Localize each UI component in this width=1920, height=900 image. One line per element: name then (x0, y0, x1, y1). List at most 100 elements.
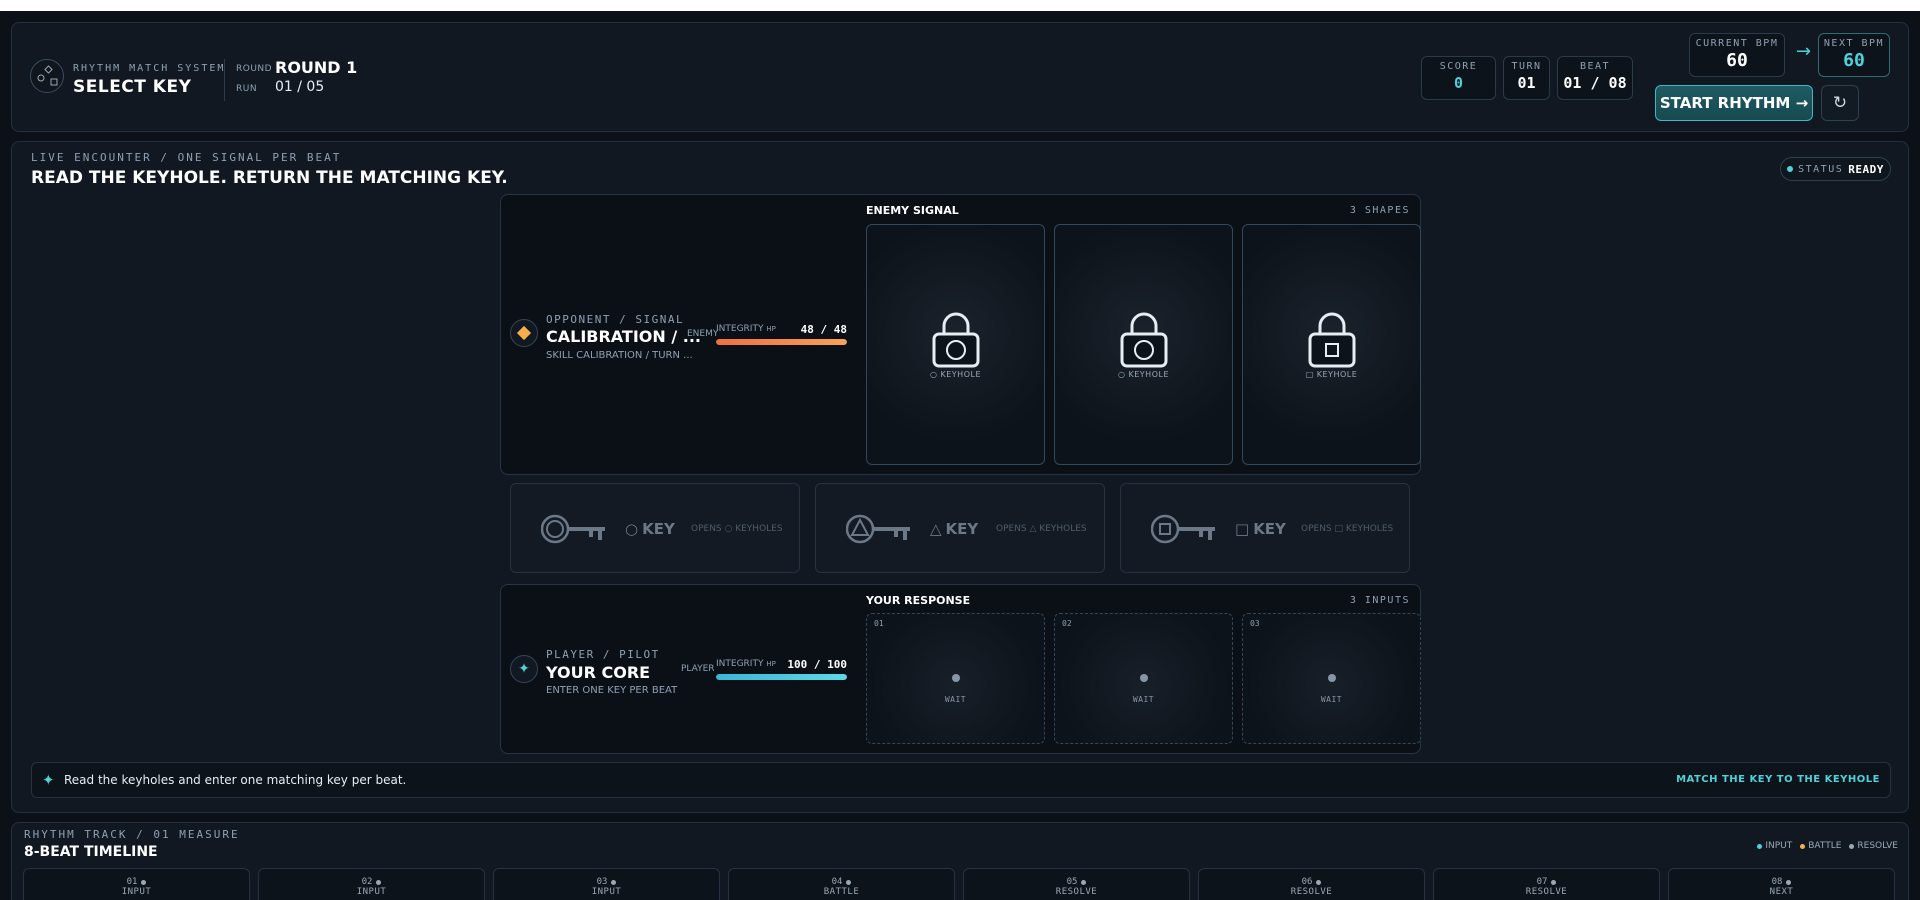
beat-cell: 07 RESOLVE (1433, 868, 1660, 900)
beat-dot-icon (846, 879, 852, 885)
beat-box: BEAT 01 / 08 (1557, 56, 1633, 100)
response-slot[interactable]: 03 WAIT (1242, 613, 1421, 744)
enemy-eyebrow: OPPONENT / SIGNAL (546, 313, 685, 326)
player-hp-label-text: INTEGRITY (716, 659, 764, 669)
player-side-label: PLAYER (681, 664, 715, 674)
legend-input-label: INPUT (1765, 841, 1793, 851)
beat-phase: INPUT (356, 887, 387, 897)
beat-number-row: 03 (597, 877, 617, 887)
beat-phase: NEXT (1769, 887, 1794, 897)
enemy-hp-unit: HP (766, 325, 776, 333)
beat-phase: BATTLE (823, 887, 860, 897)
round-value: ROUND 1 (275, 58, 358, 77)
encounter-title: READ THE KEYHOLE. RETURN THE MATCHING KE… (31, 168, 508, 188)
next-bpm-box: NEXT BPM 60 (1818, 33, 1890, 77)
key-square-text: KEY (1253, 520, 1286, 538)
key-circle-text: KEY (642, 520, 675, 538)
enemy-hp-value: 48 / 48 (800, 323, 847, 336)
diamond-icon (510, 319, 538, 347)
enemy-hp-label: INTEGRITY HP (716, 324, 776, 334)
enemy-name: CALIBRATION / ... (546, 327, 702, 346)
player-panel: ✦ PLAYER / PILOT YOUR CORE ENTER ONE KEY… (500, 584, 1421, 754)
status-label: STATUS (1798, 163, 1844, 175)
beat-phase: RESOLVE (1055, 887, 1098, 897)
bpm-arrow-icon: → (1796, 41, 1812, 62)
start-rhythm-button[interactable]: START RHYTHM → (1655, 85, 1813, 121)
current-bpm-box: CURRENT BPM 60 (1689, 33, 1785, 77)
enemy-signal-title: ENEMY SIGNAL (866, 204, 959, 217)
round-label: ROUND (236, 64, 273, 74)
turn-box: TURN 01 (1503, 56, 1550, 100)
dice-logo-icon (30, 59, 64, 93)
beat-number: 02 (361, 877, 373, 887)
legend-resolve-label: RESOLVE (1857, 841, 1898, 851)
response-slot[interactable]: 02 WAIT (1054, 613, 1233, 744)
score-box: SCORE 0 (1421, 56, 1496, 100)
enemy-hp-label-text: INTEGRITY (716, 324, 764, 334)
key-triangle-hint: OPENS △ KEYHOLES (996, 524, 1087, 534)
rhythm-track-panel: RHYTHM TRACK / 01 MEASURE 8-BEAT TIMELIN… (11, 822, 1909, 900)
status-badge: STATUS READY (1780, 157, 1891, 181)
your-response-count: 3 INPUTS (1349, 595, 1410, 606)
key-triangle-text: KEY (945, 520, 979, 538)
beat-cell: 08 NEXT (1668, 868, 1895, 900)
beat-label: BEAT (1579, 61, 1611, 72)
beat-dot-icon (1551, 879, 1557, 885)
enemy-panel: OPPONENT / SIGNAL CALIBRATION / ... SKIL… (500, 194, 1421, 475)
beat-dot-icon (1316, 879, 1322, 885)
beat-cell: 06 RESOLVE (1198, 868, 1425, 900)
next-bpm-label: NEXT BPM (1823, 38, 1885, 49)
response-dot-icon (1328, 674, 1336, 682)
keyhole-card: ○ KEYHOLE (1054, 224, 1233, 465)
beat-number-row: 06 (1302, 877, 1322, 887)
header-panel: RHYTHM MATCH SYSTEM SELECT KEY ROUND ROU… (11, 22, 1909, 132)
beat-dot-icon (1786, 879, 1792, 885)
response-slot-number: 01 (874, 619, 884, 628)
beat-cell: 03 INPUT (493, 868, 720, 900)
player-hp-bar (716, 674, 847, 680)
beat-number-row: 08 (1772, 877, 1792, 887)
key-square-label: □ KEY (1235, 520, 1286, 538)
reset-icon[interactable]: ↻ (1821, 85, 1859, 121)
sparkle-icon: ✦ (510, 655, 538, 683)
beat-number-row: 05 (1067, 877, 1087, 887)
beat-number-row: 07 (1537, 877, 1557, 887)
score-value: 0 (1453, 74, 1464, 92)
legend-battle-label: BATTLE (1808, 841, 1842, 851)
key-square-button[interactable]: □ KEY OPENS □ KEYHOLES (1120, 483, 1410, 573)
beat-phase: INPUT (121, 887, 152, 897)
beat-cell: 01 INPUT (23, 868, 250, 900)
key-triangle-icon (846, 514, 910, 544)
hint-sparkle-icon: ✦ (42, 771, 55, 789)
current-bpm-value: 60 (1726, 50, 1748, 71)
beat-cell: 04 BATTLE (728, 868, 955, 900)
lock-square-icon (1308, 312, 1356, 368)
keyhole-card: □ KEYHOLE (1242, 224, 1421, 465)
key-triangle-button[interactable]: △ KEY OPENS △ KEYHOLES (815, 483, 1105, 573)
enemy-signal-count: 3 SHAPES (1349, 205, 1410, 216)
key-square-glyph: □ (1235, 520, 1250, 538)
encounter-eyebrow: LIVE ENCOUNTER / ONE SIGNAL PER BEAT (31, 151, 342, 164)
key-circle-button[interactable]: ○ KEY OPENS ○ KEYHOLES (510, 483, 800, 573)
legend-resolve: RESOLVE (1849, 841, 1898, 851)
beat-number: 04 (831, 877, 843, 887)
beat-dot-icon (376, 879, 382, 885)
beat-number: 06 (1301, 877, 1313, 887)
lock-circle-icon (932, 312, 980, 368)
key-circle-hint: OPENS ○ KEYHOLES (691, 524, 783, 534)
page-title: SELECT KEY (73, 77, 192, 97)
turn-value: 01 (1517, 74, 1536, 92)
window-top-strip (0, 0, 1920, 11)
response-slot-number: 03 (1250, 619, 1260, 628)
run-value: 01 / 05 (275, 79, 325, 95)
beat-dot-icon (141, 879, 147, 885)
enemy-hp-fill (716, 339, 847, 345)
beat-cell: 02 INPUT (258, 868, 485, 900)
key-circle-glyph: ○ (625, 520, 639, 538)
turn-label: TURN (1511, 61, 1542, 72)
response-slot[interactable]: 01 WAIT (866, 613, 1045, 744)
track-eyebrow: RHYTHM TRACK / 01 MEASURE (24, 828, 240, 841)
keyhole-caption: □ KEYHOLE (1305, 370, 1358, 379)
beat-value: 01 / 08 (1563, 74, 1627, 92)
hint-text: Read the keyholes and enter one matching… (64, 773, 407, 787)
